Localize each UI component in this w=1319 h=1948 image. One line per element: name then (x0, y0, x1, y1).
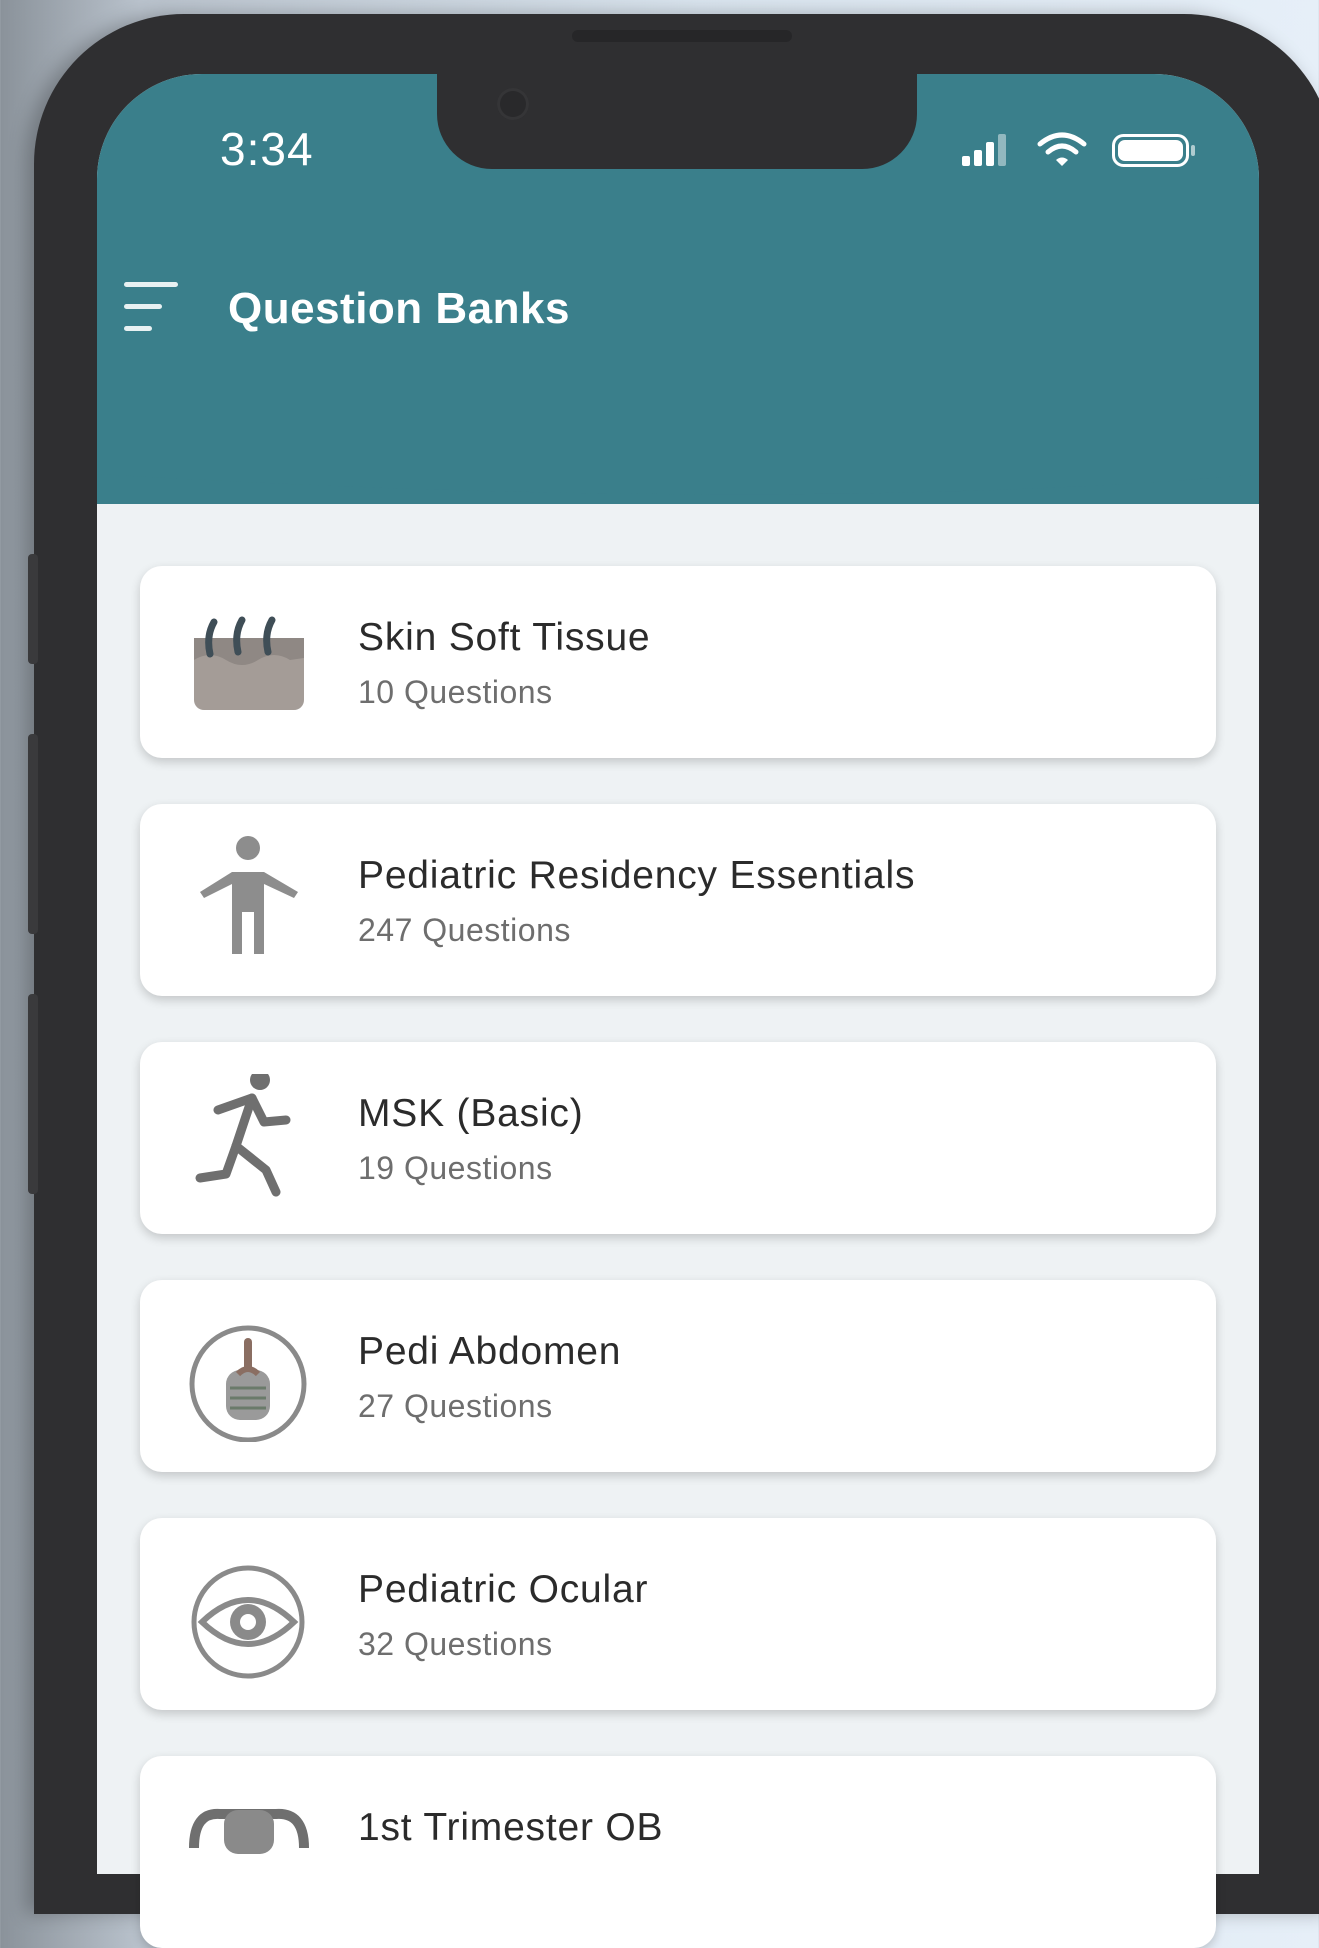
volume-down-button (28, 994, 38, 1194)
card-count: 32 Questions (358, 1626, 553, 1662)
mute-switch (28, 554, 38, 664)
card-title: 1st Trimester OB (358, 1806, 664, 1849)
card-title: Skin Soft Tissue (358, 616, 651, 659)
earpiece-speaker (572, 30, 792, 42)
status-icons (960, 132, 1200, 172)
card-count: 10 Questions (358, 674, 553, 710)
abdomen-icon (180, 1312, 310, 1443)
page-title: Question Banks (228, 284, 570, 333)
card-title: Pediatric Ocular (358, 1568, 649, 1611)
header-curve (97, 474, 1259, 495)
card-title: Pedi Abdomen (358, 1330, 622, 1373)
wifi-icon (1037, 132, 1087, 166)
front-camera (497, 88, 529, 120)
status-time: 3:34 (220, 123, 314, 175)
question-bank-card-skin-soft-tissue[interactable]: Skin Soft Tissue 10 Questions (140, 566, 1216, 758)
question-bank-card-1st-trimester-ob[interactable]: 1st Trimester OB (140, 1756, 1216, 1948)
running-person-icon (180, 1070, 310, 1204)
question-bank-card-msk-basic[interactable]: MSK (Basic) 19 Questions (140, 1042, 1216, 1234)
skin-tissue-icon (180, 598, 310, 728)
cellular-signal-icon (962, 134, 1006, 166)
question-bank-card-pedi-abdomen[interactable]: Pedi Abdomen 27 Questions (140, 1280, 1216, 1472)
card-count: 27 Questions (358, 1388, 553, 1424)
volume-up-button (28, 734, 38, 934)
question-bank-card-pediatric-ocular[interactable]: Pediatric Ocular 32 Questions (140, 1518, 1216, 1710)
eye-icon (180, 1550, 310, 1680)
battery-icon (1112, 134, 1195, 167)
child-figure-icon (180, 836, 310, 966)
card-count: 19 Questions (358, 1150, 553, 1186)
question-bank-card-pediatric-residency-essentials[interactable]: Pediatric Residency Essentials 247 Quest… (140, 804, 1216, 996)
hamburger-menu-icon[interactable] (124, 282, 180, 334)
uterus-icon (180, 1788, 310, 1918)
card-title: MSK (Basic) (358, 1092, 584, 1135)
card-title: Pediatric Residency Essentials (358, 854, 916, 897)
card-count: 247 Questions (358, 912, 571, 948)
